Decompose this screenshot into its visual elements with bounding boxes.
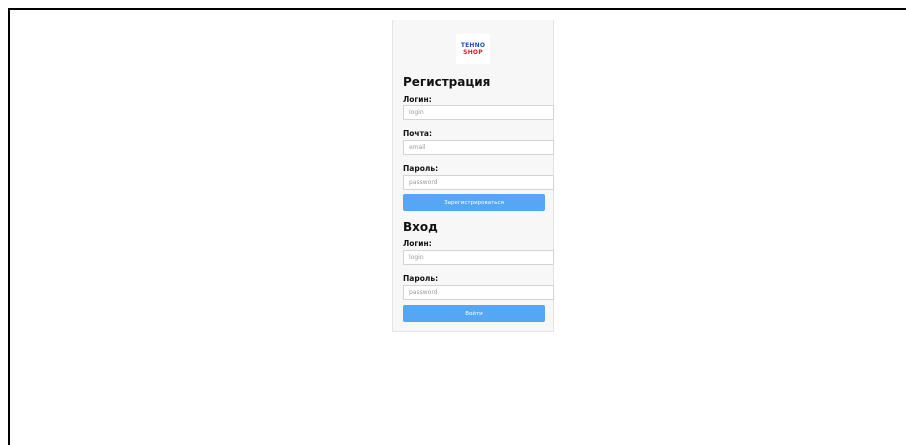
login-login-label: Логин: xyxy=(403,239,432,248)
page-frame: TEHNO SHOP Регистрация Логин: Почта: Пар… xyxy=(8,8,906,445)
register-email-input[interactable] xyxy=(403,140,554,155)
register-password-label: Пароль: xyxy=(403,164,439,173)
register-title: Регистрация xyxy=(403,75,491,89)
register-login-label: Логин: xyxy=(403,95,432,104)
register-email-label: Почта: xyxy=(403,129,432,138)
login-password-label: Пароль: xyxy=(403,274,439,283)
login-button[interactable]: Войти xyxy=(403,305,545,322)
register-login-input[interactable] xyxy=(403,105,554,120)
logo-text-top: TEHNO xyxy=(460,41,486,49)
login-title: Вход xyxy=(403,220,438,234)
register-button[interactable]: Зарегистрироваться xyxy=(403,194,545,211)
register-password-input[interactable] xyxy=(403,175,554,190)
tehnoshop-logo: TEHNO SHOP xyxy=(456,34,490,64)
login-login-input[interactable] xyxy=(403,250,554,265)
logo-text-bottom: SHOP xyxy=(463,48,483,56)
login-password-input[interactable] xyxy=(403,285,554,300)
auth-card: TEHNO SHOP Регистрация Логин: Почта: Пар… xyxy=(392,20,554,332)
